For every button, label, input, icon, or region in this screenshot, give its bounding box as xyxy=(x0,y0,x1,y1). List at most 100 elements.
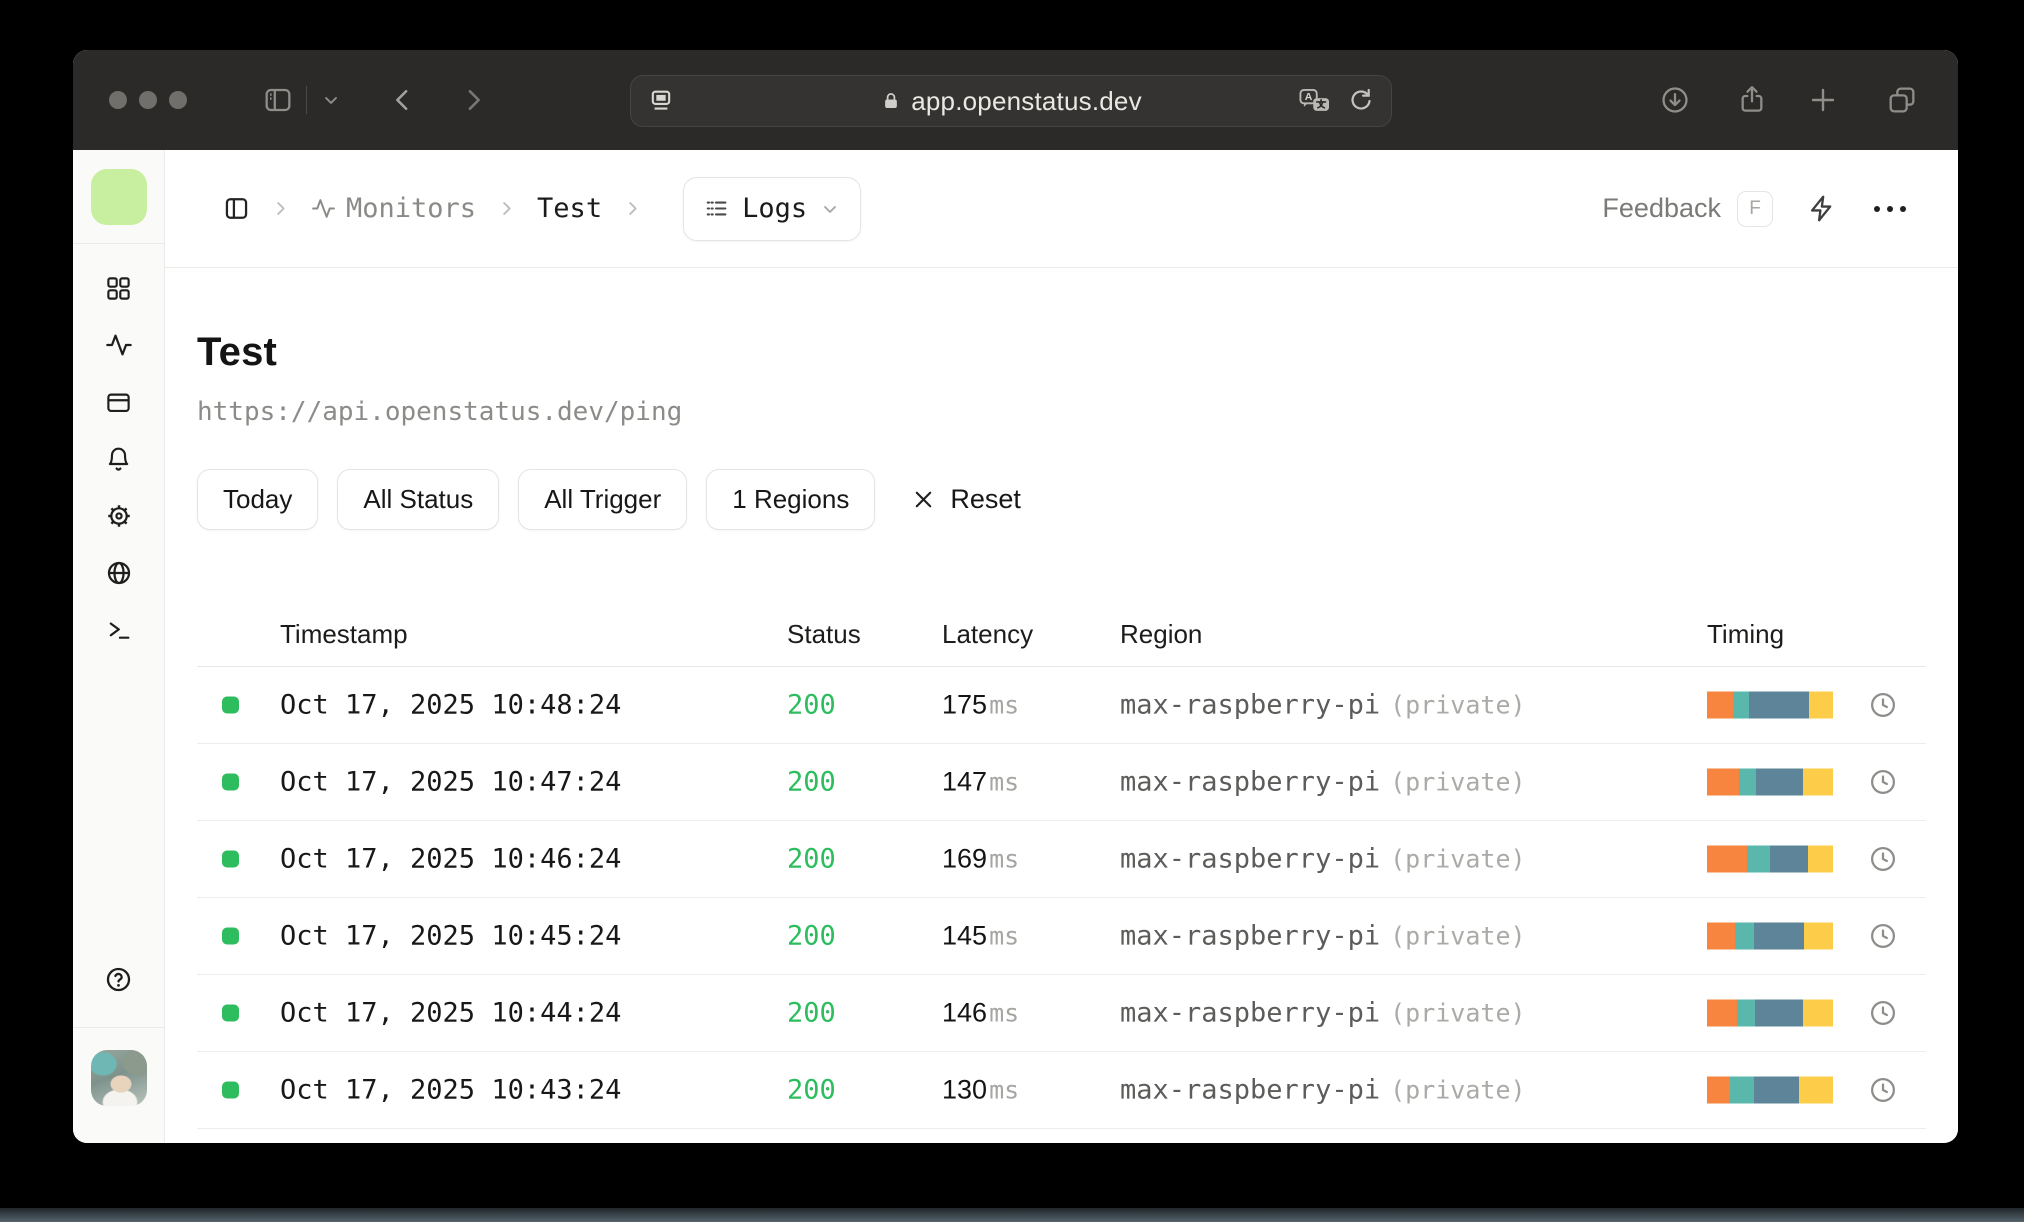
feedback-button[interactable]: Feedback xyxy=(1602,193,1721,224)
status-dot xyxy=(222,927,239,945)
timing-segment xyxy=(1707,1076,1730,1104)
row-region: max-raspberry-pi xyxy=(1120,1074,1381,1106)
row-latency-value: 146 xyxy=(942,997,988,1028)
close-window-button[interactable] xyxy=(109,91,127,109)
row-timestamp: Oct 17, 2025 10:46:24 xyxy=(280,843,622,875)
row-status: 200 xyxy=(787,1074,836,1106)
help-icon[interactable] xyxy=(99,959,139,999)
row-region-cell: max-raspberry-pi (private) xyxy=(1120,998,1526,1029)
settings-gear-icon[interactable] xyxy=(99,496,139,536)
notifications-bell-icon[interactable] xyxy=(99,439,139,479)
row-status: 200 xyxy=(787,766,836,798)
filter-trigger-button[interactable]: All Trigger xyxy=(518,469,688,530)
more-options-icon[interactable] xyxy=(1874,205,1906,212)
row-region-cell: max-raspberry-pi (private) xyxy=(1120,767,1526,798)
forward-icon[interactable] xyxy=(458,85,488,115)
workspace-avatar[interactable] xyxy=(90,168,147,225)
col-region[interactable]: Region xyxy=(1120,619,1202,650)
timing-segment xyxy=(1737,999,1755,1027)
clock-icon[interactable] xyxy=(1868,690,1898,720)
sidebar-toggle-icon[interactable] xyxy=(262,84,294,116)
col-status[interactable]: Status xyxy=(787,619,861,650)
clock-icon[interactable] xyxy=(1868,844,1898,874)
filter-regions-button[interactable]: 1 Regions xyxy=(706,469,876,530)
row-latency-value: 175 xyxy=(942,689,988,720)
timing-segment xyxy=(1747,845,1770,873)
col-timestamp[interactable]: Timestamp xyxy=(280,619,408,650)
row-region-cell: max-raspberry-pi (private) xyxy=(1120,690,1526,721)
table-row[interactable]: Oct 17, 2025 10:43:24 200 130ms max-rasp… xyxy=(197,1052,1926,1129)
timing-segment xyxy=(1707,922,1735,950)
clock-icon[interactable] xyxy=(1868,767,1898,797)
breadcrumb-monitors[interactable]: Monitors xyxy=(311,193,476,224)
filter-date-button[interactable]: Today xyxy=(197,469,319,530)
timing-segment xyxy=(1707,845,1748,873)
zap-icon[interactable] xyxy=(1807,194,1836,223)
row-latency-value: 145 xyxy=(942,920,988,951)
x-icon xyxy=(916,491,932,508)
timing-segment xyxy=(1707,691,1734,719)
row-latency-value: 169 xyxy=(942,843,988,874)
row-status: 200 xyxy=(787,920,836,952)
user-avatar[interactable] xyxy=(90,1050,147,1106)
row-region-cell: max-raspberry-pi (private) xyxy=(1120,1075,1526,1106)
filter-bar: Today All Status All Trigger 1 Regions R… xyxy=(197,469,1926,530)
reload-icon[interactable] xyxy=(1347,87,1375,115)
chevron-down-icon[interactable] xyxy=(321,90,341,110)
downloads-icon[interactable] xyxy=(1659,84,1691,116)
app-header: Monitors Test Logs Feedback F xyxy=(165,150,1958,268)
row-region-note: (private) xyxy=(1390,998,1526,1028)
timing-segment xyxy=(1804,922,1833,950)
clock-icon[interactable] xyxy=(1868,1075,1898,1105)
row-timestamp: Oct 17, 2025 10:47:24 xyxy=(280,766,622,798)
globe-icon[interactable] xyxy=(99,553,139,593)
back-icon[interactable] xyxy=(388,85,418,115)
timing-segment xyxy=(1734,922,1754,950)
row-region-note: (private) xyxy=(1390,690,1526,720)
row-region-cell: max-raspberry-pi (private) xyxy=(1120,844,1526,875)
timing-segment xyxy=(1729,1076,1754,1104)
new-tab-icon[interactable] xyxy=(1807,84,1839,116)
toolbar-divider xyxy=(306,86,307,114)
table-row[interactable]: Oct 17, 2025 10:47:24 200 147ms max-rasp… xyxy=(197,744,1926,821)
col-latency[interactable]: Latency xyxy=(942,619,1033,650)
main-panel: Monitors Test Logs Feedback F Test https… xyxy=(165,150,1958,1143)
monitors-activity-icon[interactable] xyxy=(99,325,139,365)
page-menu-icon[interactable] xyxy=(647,87,675,115)
terminal-icon[interactable] xyxy=(99,610,139,650)
clock-icon[interactable] xyxy=(1868,921,1898,951)
table-row[interactable]: Oct 17, 2025 10:46:24 200 169ms max-rasp… xyxy=(197,821,1926,898)
address-text: app.openstatus.dev xyxy=(911,85,1142,116)
timing-segment xyxy=(1809,691,1833,719)
logs-button-label: Logs xyxy=(742,193,808,224)
filter-status-button[interactable]: All Status xyxy=(337,469,500,530)
row-status: 200 xyxy=(787,843,836,875)
row-latency-unit: ms xyxy=(989,998,1020,1028)
row-timestamp: Oct 17, 2025 10:43:24 xyxy=(280,1074,622,1106)
translate-icon[interactable]: A xyxy=(1297,87,1333,115)
timing-segment xyxy=(1707,768,1739,796)
panel-left-icon[interactable] xyxy=(223,195,250,222)
status-page-icon[interactable] xyxy=(99,382,139,422)
table-row[interactable]: Oct 17, 2025 10:48:24 200 175ms max-rasp… xyxy=(197,667,1926,744)
timing-segment xyxy=(1753,1076,1799,1104)
dashboard-grid-icon[interactable] xyxy=(99,268,139,308)
breadcrumb-monitor-name[interactable]: Test xyxy=(537,193,602,224)
col-timing[interactable]: Timing xyxy=(1707,619,1784,650)
reset-filters-button[interactable]: Reset xyxy=(912,484,1021,515)
breadcrumb-separator xyxy=(497,199,516,218)
reset-label: Reset xyxy=(950,484,1021,514)
logs-dropdown-button[interactable]: Logs xyxy=(683,176,862,241)
timing-segment xyxy=(1802,768,1833,796)
logs-table: Timestamp Status Latency Region Timing O… xyxy=(197,602,1926,1129)
table-row[interactable]: Oct 17, 2025 10:45:24 200 145ms max-rasp… xyxy=(197,898,1926,975)
share-icon[interactable] xyxy=(1736,84,1768,116)
clock-icon[interactable] xyxy=(1868,998,1898,1028)
row-latency: 145ms xyxy=(942,921,1019,952)
zoom-window-button[interactable] xyxy=(169,91,187,109)
table-row[interactable]: Oct 17, 2025 10:44:24 200 146ms max-rasp… xyxy=(197,975,1926,1052)
address-bar[interactable]: app.openstatus.dev A xyxy=(630,75,1392,127)
timing-segment xyxy=(1738,768,1757,796)
minimize-window-button[interactable] xyxy=(139,91,157,109)
tab-overview-icon[interactable] xyxy=(1886,84,1918,116)
